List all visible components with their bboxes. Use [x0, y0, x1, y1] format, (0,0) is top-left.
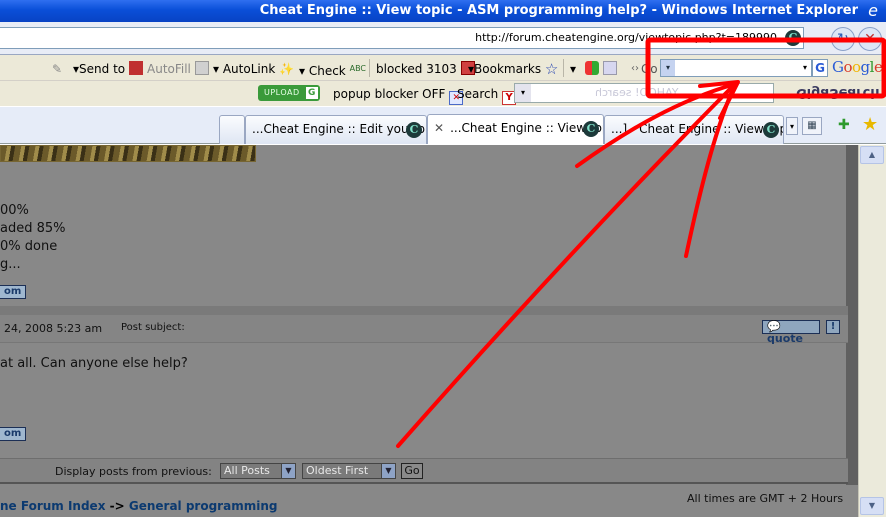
popups-blocked-button[interactable]: blocked 3103: [376, 61, 475, 77]
cheat-engine-favicon-icon: C: [785, 30, 801, 46]
post-text-line: aded 85%: [0, 221, 66, 236]
internet-explorer-icon: e: [868, 1, 878, 20]
wand-icon: ✨: [279, 62, 295, 76]
quick-tabs-icon[interactable]: ▦: [802, 117, 822, 135]
tab-blank[interactable]: [219, 115, 245, 144]
cheat-engine-favicon-icon: C: [763, 122, 779, 138]
autofill-button[interactable]: AutoFill: [147, 61, 209, 77]
google-search-history-dropdown[interactable]: ▾: [661, 60, 675, 76]
popup-blocker-label: popup blocker OFF: [333, 87, 446, 101]
refresh-icon[interactable]: ↻: [831, 27, 855, 51]
chevron-down-icon: ▼: [381, 464, 395, 478]
breadcrumb: ne Forum Index -> General programming: [0, 499, 277, 513]
breadcrumb-section-link[interactable]: General programming: [129, 499, 278, 513]
nav-arrows-icon[interactable]: ‹›: [631, 61, 639, 77]
blocked-count: blocked 3103: [376, 62, 457, 76]
post-text-line: 0% done: [0, 239, 58, 254]
send-to-button[interactable]: ▾Send to: [73, 61, 143, 77]
post-range-value: All Posts: [224, 464, 270, 477]
post-order-value: Oldest First: [306, 464, 369, 477]
tab-view-topic-active[interactable]: ✕ ...Cheat Engine :: View topi C: [427, 114, 604, 144]
cheat-engine-favicon-icon: C: [406, 122, 422, 138]
google-logo[interactable]: Google: [832, 58, 883, 76]
toolbar-app-icons[interactable]: [585, 61, 617, 77]
yahoo-search-label[interactable]: Search Y: [457, 86, 517, 105]
search-label: Search: [457, 87, 499, 101]
url-field[interactable]: http://forum.cheatengine.org/viewtopic.p…: [0, 27, 804, 49]
check-label: Check: [308, 64, 346, 78]
search-toolbar: UPLOAD G popup blocker OFF ✕ Search Y ▾ Y…: [0, 81, 886, 106]
filter-label: Display posts from previous:: [55, 465, 212, 478]
scroll-up-arrow-icon[interactable]: ▲: [860, 146, 884, 164]
go-label[interactable]: Go: [641, 61, 658, 77]
links-toolbar: ✎ ▾Send to AutoFill ▾ AutoLink ✨ ▾ Check…: [0, 55, 886, 81]
signature-image: [0, 145, 256, 162]
close-tab-icon[interactable]: ✕: [434, 115, 444, 142]
tab-label: ...Cheat Engine :: Edit your pro: [252, 122, 427, 136]
cheat-engine-favicon-icon: C: [583, 121, 599, 137]
spellcheck-icon: ABC: [349, 64, 366, 73]
post-divider: [0, 306, 848, 315]
upload-button[interactable]: UPLOAD G: [258, 85, 320, 101]
tab-edit-profile[interactable]: ...Cheat Engine :: Edit your pro C: [245, 115, 427, 144]
go-button[interactable]: Go: [401, 463, 423, 479]
pen-icon[interactable]: ✎: [52, 61, 62, 77]
chevron-down-icon[interactable]: ▾: [515, 84, 531, 102]
stop-icon[interactable]: ✕: [858, 27, 882, 51]
star-icon: ☆: [544, 60, 559, 78]
quote-button[interactable]: 💬 quote: [762, 320, 820, 345]
breadcrumb-forum-index-link[interactable]: ne Forum Index: [0, 499, 105, 513]
tab-label: ...] - Cheat Engine :: View topic: [611, 122, 784, 136]
gigasearch-logo[interactable]: GigaSearch: [796, 85, 880, 100]
address-bar: http://forum.cheatengine.org/viewtopic.p…: [0, 22, 886, 55]
post-order-select[interactable]: Oldest First ▼: [302, 463, 396, 479]
breadcrumb-separator: ->: [109, 499, 125, 513]
url-text: http://forum.cheatengine.org/viewtopic.p…: [475, 31, 777, 44]
tab-label: ...Cheat Engine :: View topi: [450, 121, 604, 135]
bookmarks-button[interactable]: ▾Bookmarks ☆: [468, 61, 558, 77]
quote-label: quote: [767, 332, 803, 345]
tab-bar: ...Cheat Engine :: Edit your pro C ✕ ...C…: [0, 107, 886, 144]
window-title: Cheat Engine :: View topic - ASM program…: [0, 0, 886, 22]
post-body: at all. Can anyone else help?: [0, 356, 188, 371]
report-button[interactable]: !: [826, 320, 840, 334]
post-range-select[interactable]: All Posts ▼: [220, 463, 296, 479]
google-search-input[interactable]: ▾ ▾: [660, 59, 812, 77]
google-search-button[interactable]: G: [812, 59, 828, 77]
scroll-down-arrow-icon[interactable]: ▼: [860, 497, 884, 515]
tab-list-dropdown[interactable]: ▾: [786, 117, 798, 135]
favorites-star-icon[interactable]: ★: [862, 114, 878, 135]
yahoo-search-input[interactable]: ▾ YAHOO! search: [514, 83, 774, 103]
post-text-line: g...: [0, 257, 21, 272]
tab-view-topic-2[interactable]: ...] - Cheat Engine :: View topic C: [604, 115, 784, 144]
autofill-icon: [194, 61, 209, 75]
post-subject-label: Post subject:: [121, 322, 185, 333]
post-date: 24, 2008 5:23 am: [4, 322, 103, 335]
pm-button[interactable]: om: [0, 285, 27, 299]
send-to-icon: [128, 61, 143, 75]
upload-label: UPLOAD: [264, 88, 300, 97]
pm-button[interactable]: om: [0, 427, 27, 441]
autolink-button[interactable]: ▾ AutoLink ✨: [213, 61, 294, 77]
timezone-note: All times are GMT + 2 Hours: [687, 492, 844, 505]
autofill-label: AutoFill: [147, 62, 191, 76]
vertical-scrollbar[interactable]: [858, 145, 886, 517]
add-favorite-icon[interactable]: ✚: [838, 117, 850, 133]
yahoo-watermark: YAHOO! search: [595, 86, 679, 99]
translate-icon: [602, 61, 617, 75]
upload-g-icon: G: [306, 87, 318, 99]
spellcheck-button[interactable]: ▾ Check ABC: [299, 61, 366, 79]
chevron-down-icon[interactable]: ▾: [799, 60, 811, 76]
bookmarks-label: Bookmarks: [474, 62, 542, 76]
browser-window: Cheat Engine :: View topic - ASM program…: [0, 0, 886, 517]
options-dropdown[interactable]: ▾: [570, 61, 576, 77]
chevron-down-icon: ▼: [281, 464, 295, 478]
colorful-app-icon: [585, 61, 599, 75]
popup-blocker-toggle[interactable]: popup blocker OFF ✕: [333, 86, 464, 105]
send-to-label: Send to: [79, 62, 126, 76]
post-text-line: 00%: [0, 203, 29, 218]
autolink-label: AutoLink: [222, 62, 276, 76]
